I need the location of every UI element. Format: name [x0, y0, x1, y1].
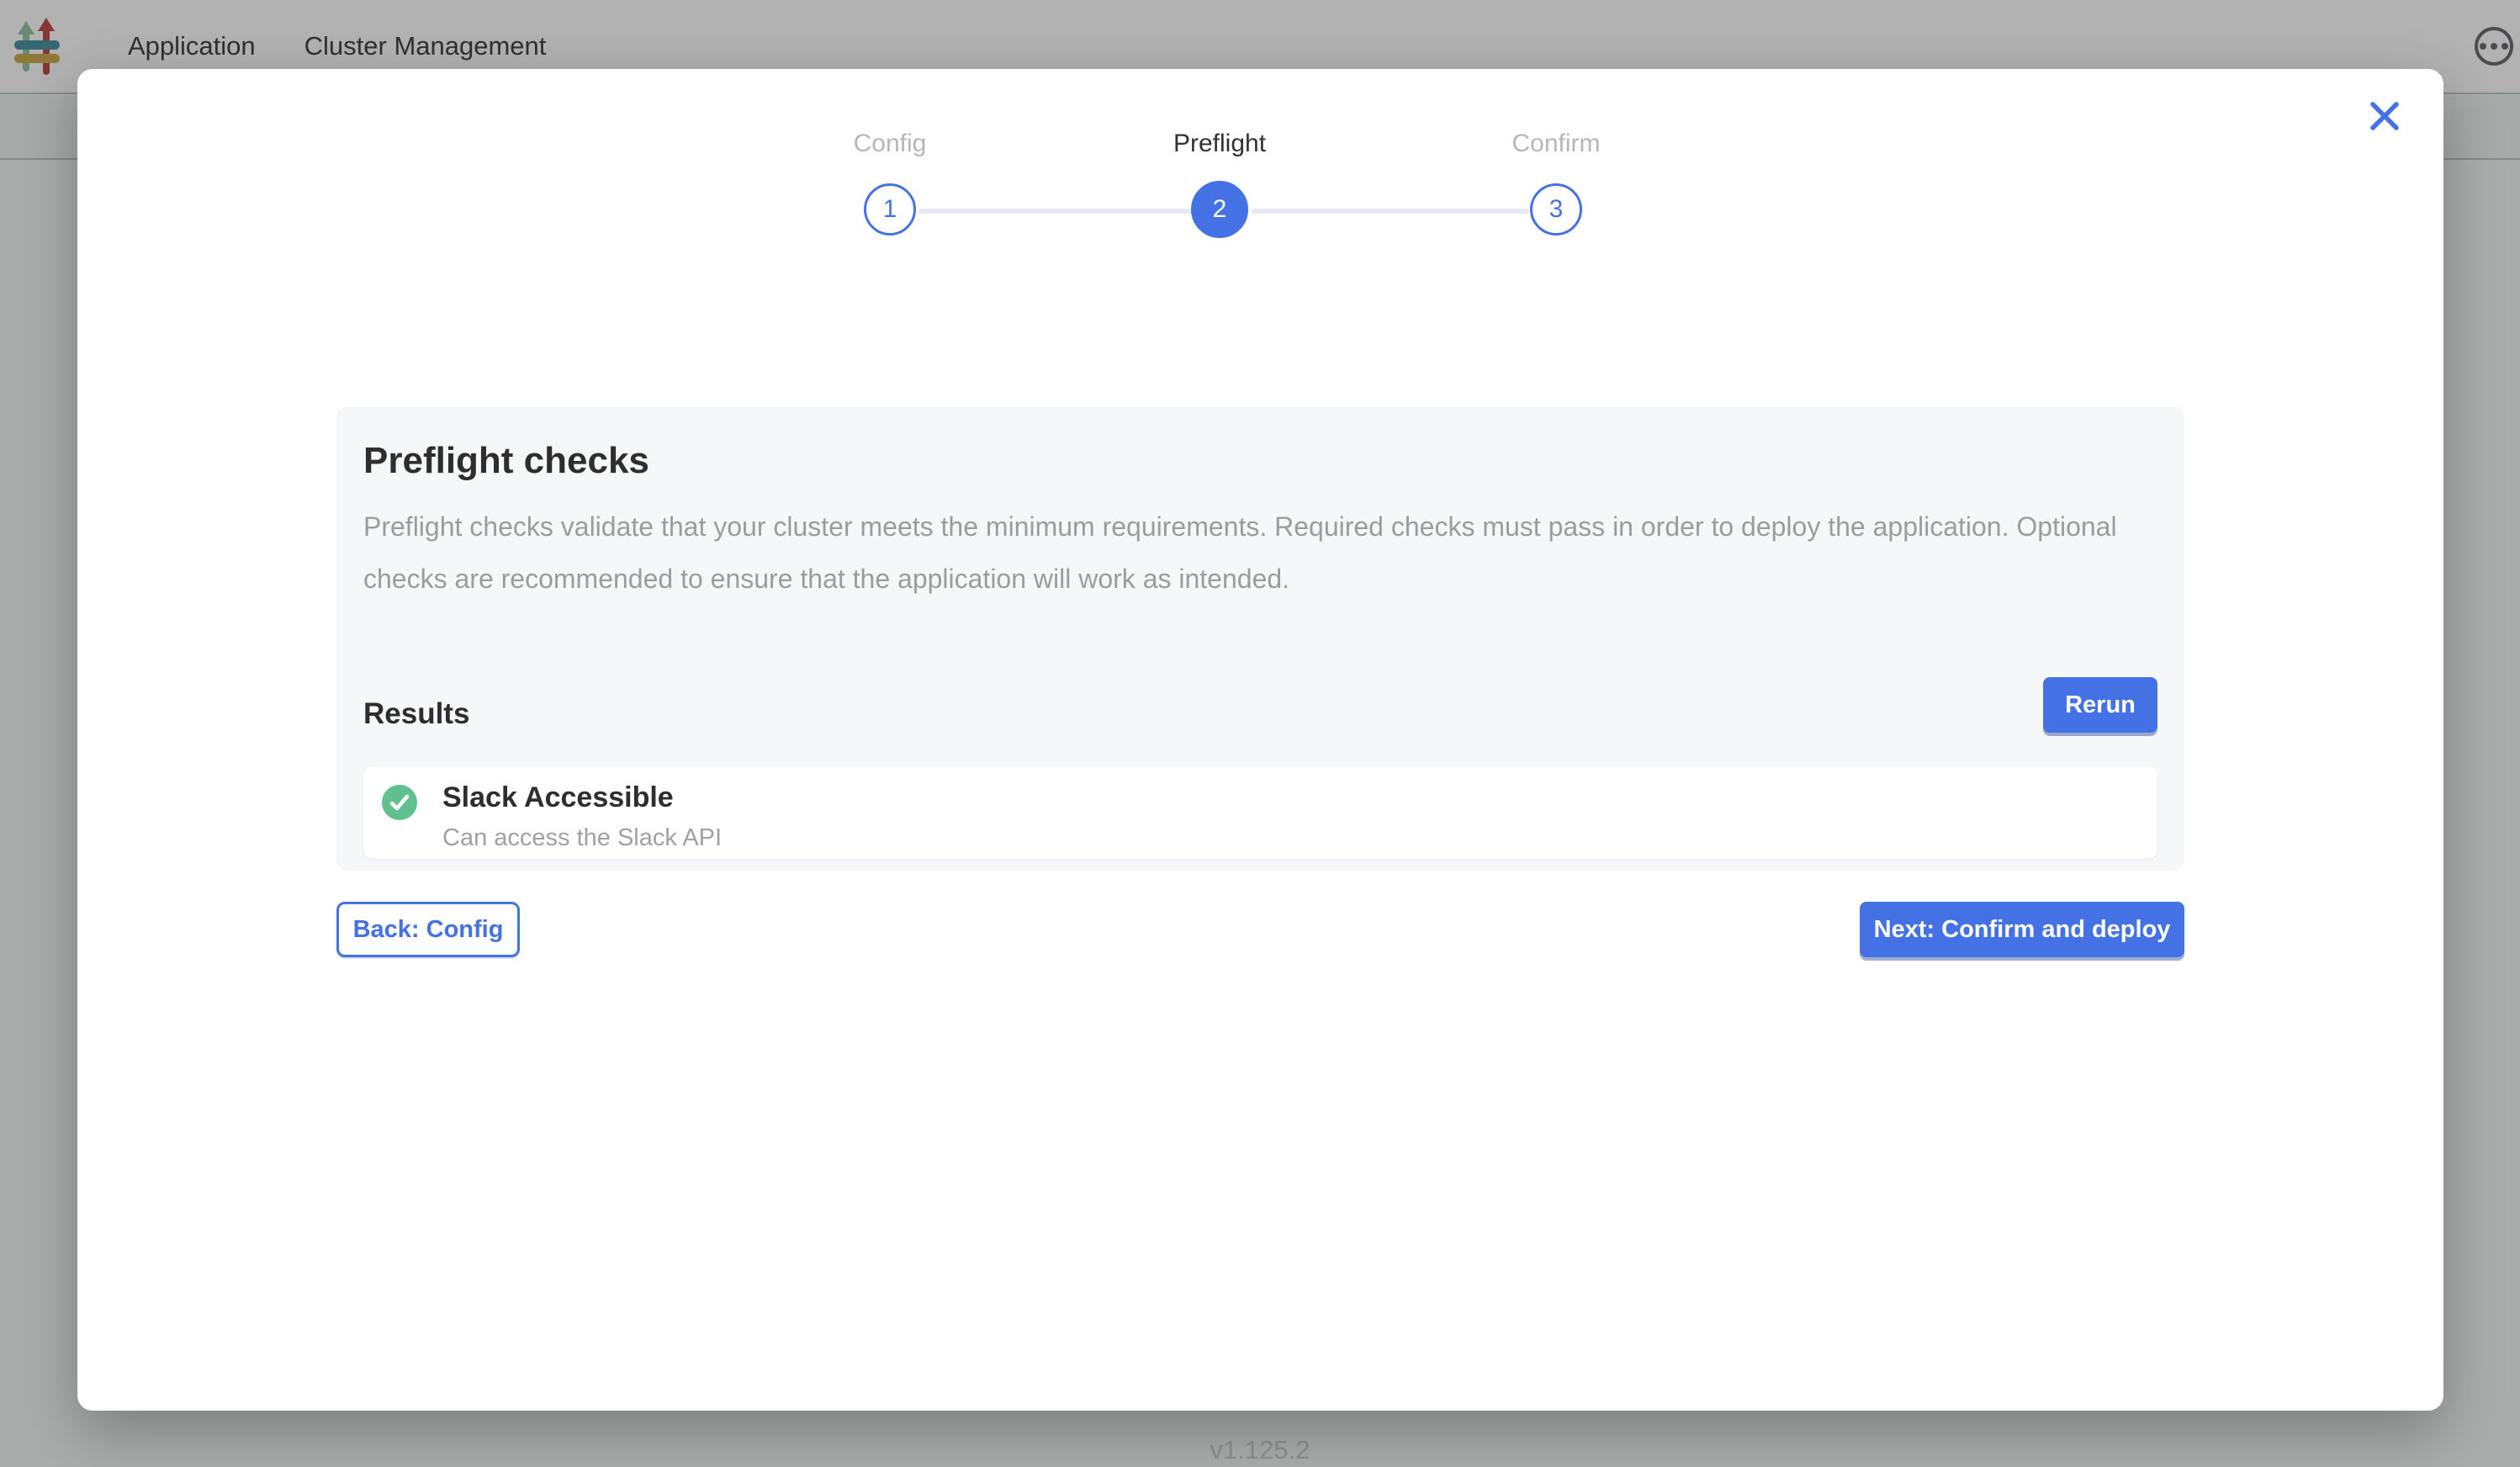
rerun-button[interactable]: Rerun — [2043, 677, 2157, 733]
back-config-button[interactable]: Back: Config — [336, 902, 520, 957]
panel-title: Preflight checks — [363, 440, 2157, 482]
step-label: Preflight — [1173, 130, 1266, 162]
stepper-step-config: Config 1 — [781, 130, 999, 236]
step-label: Confirm — [1511, 130, 1600, 162]
preflight-panel: Preflight checks Preflight checks valida… — [336, 406, 2184, 871]
step-circle-2[interactable]: 2 — [1191, 181, 1248, 238]
results-row: Results Rerun — [363, 677, 2157, 733]
results-heading: Results — [363, 697, 469, 731]
result-texts: Slack Accessible Can access the Slack AP… — [442, 780, 722, 852]
result-title: Slack Accessible — [442, 781, 722, 814]
modal-actions: Back: Config Next: Confirm and deploy — [336, 902, 2184, 957]
stepper-step-confirm: Confirm 3 — [1447, 130, 1665, 236]
success-check-icon — [382, 785, 417, 820]
stepper-step-preflight: Preflight 2 — [1110, 130, 1329, 238]
result-message: Can access the Slack API — [442, 824, 722, 852]
step-circle-3[interactable]: 3 — [1530, 183, 1582, 236]
panel-description: Preflight checks validate that your clus… — [363, 500, 2157, 605]
preflight-result-item: Slack Accessible Can access the Slack AP… — [363, 766, 2157, 859]
preflight-modal: Config 1 Preflight 2 Confirm 3 Preflight… — [77, 69, 2443, 1411]
step-circle-1[interactable]: 1 — [864, 183, 916, 236]
step-label: Config — [854, 130, 927, 162]
next-confirm-deploy-button[interactable]: Next: Confirm and deploy — [1860, 902, 2184, 957]
close-icon[interactable] — [2366, 98, 2403, 135]
